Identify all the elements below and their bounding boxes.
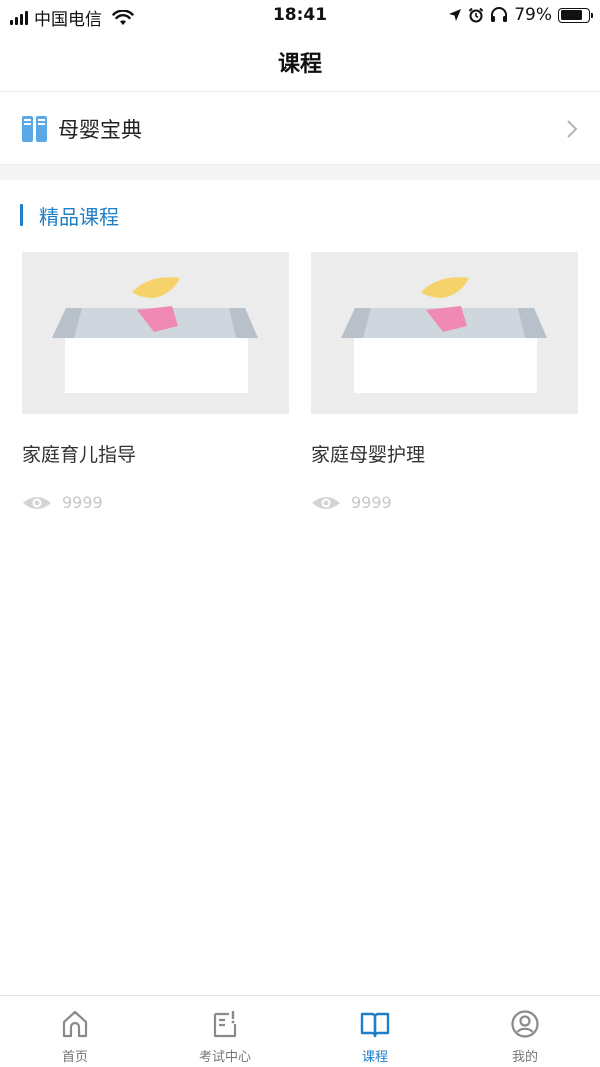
status-bar: 中国电信 18:41 79% bbox=[0, 0, 600, 32]
eye-icon bbox=[23, 496, 51, 509]
course-grid: 家庭育儿指导 9999 家庭母婴护理 9999 bbox=[22, 252, 582, 512]
course-views: 9999 bbox=[22, 493, 289, 512]
exam-icon bbox=[213, 1011, 237, 1038]
section-title: 精品课程 bbox=[39, 204, 119, 229]
tab-home[interactable]: 首页 bbox=[0, 996, 150, 1067]
course-title: 家庭母婴护理 bbox=[311, 444, 426, 466]
course-card[interactable]: 家庭母婴护理 9999 bbox=[311, 252, 578, 512]
empty-box-illustration bbox=[341, 277, 547, 393]
status-right: 79% bbox=[448, 5, 593, 25]
tab-exam-center[interactable]: 考试中心 bbox=[150, 996, 300, 1067]
empty-box-illustration bbox=[52, 277, 258, 393]
section-header: 精品课程 bbox=[20, 200, 119, 230]
course-card[interactable]: 家庭育儿指导 9999 bbox=[22, 252, 289, 512]
alarm-icon bbox=[468, 7, 484, 23]
tab-profile[interactable]: 我的 bbox=[450, 996, 600, 1067]
battery-icon bbox=[558, 7, 593, 23]
page-title: 课程 bbox=[277, 51, 322, 77]
tab-label: 我的 bbox=[511, 1050, 538, 1065]
headphones-icon bbox=[491, 7, 508, 22]
location-arrow-icon bbox=[449, 9, 462, 21]
section-accent-bar bbox=[20, 204, 23, 226]
profile-icon bbox=[511, 1010, 539, 1038]
tab-label: 首页 bbox=[61, 1050, 88, 1065]
baodian-entry[interactable]: 母婴宝典 bbox=[0, 93, 600, 165]
tab-courses[interactable]: 课程 bbox=[300, 996, 450, 1067]
tab-label: 考试中心 bbox=[198, 1050, 251, 1065]
baodian-label: 母婴宝典 bbox=[58, 117, 142, 142]
chevron-right-icon bbox=[567, 120, 578, 138]
course-thumbnail bbox=[311, 252, 578, 414]
nav-bar: 课程 bbox=[0, 32, 600, 92]
course-title: 家庭育儿指导 bbox=[22, 444, 137, 466]
eye-icon bbox=[312, 496, 340, 509]
tab-label: 课程 bbox=[361, 1050, 388, 1065]
bottom-tab-bar: 首页 考试中心 课程 我的 bbox=[0, 995, 600, 1067]
course-book-icon bbox=[360, 1012, 390, 1038]
course-thumbnail bbox=[22, 252, 289, 414]
book-pair-icon bbox=[22, 115, 47, 142]
battery-percent: 79% bbox=[514, 5, 552, 25]
course-views: 9999 bbox=[311, 493, 578, 512]
battery-fill bbox=[560, 10, 582, 20]
home-icon bbox=[62, 1010, 88, 1038]
view-count: 9999 bbox=[62, 493, 103, 512]
section-divider bbox=[0, 165, 600, 180]
view-count: 9999 bbox=[351, 493, 392, 512]
